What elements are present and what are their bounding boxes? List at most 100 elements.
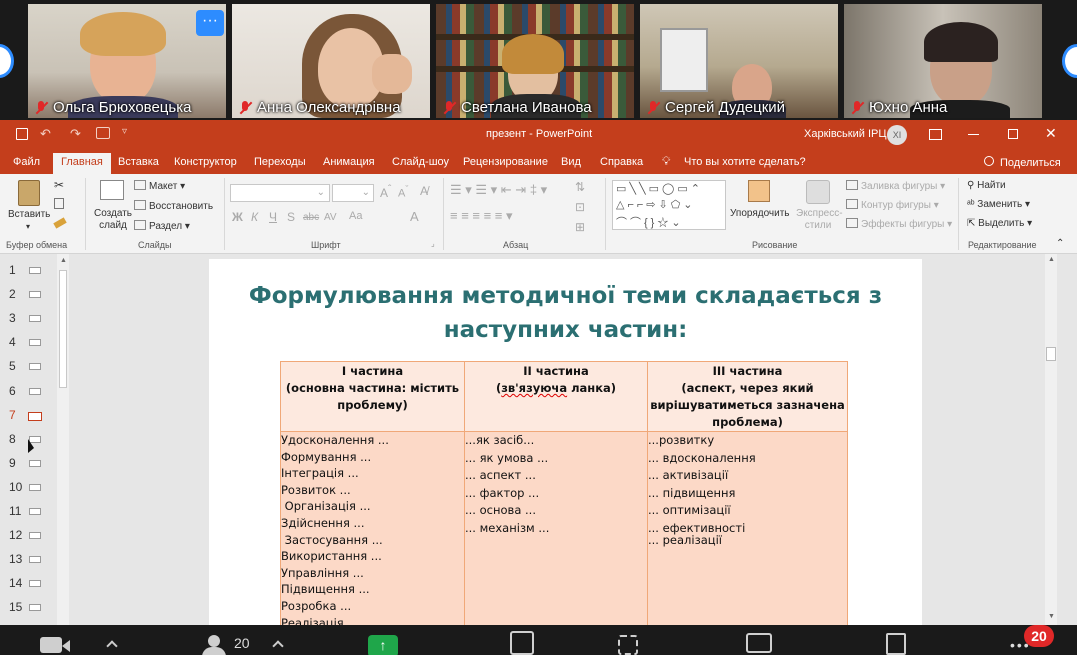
gallery-prev-button[interactable] <box>0 44 14 78</box>
thumbnail-number[interactable]: 11 <box>9 504 21 518</box>
share-button[interactable]: Поделиться <box>1000 157 1061 169</box>
thumbnail-number[interactable]: 9 <box>9 456 16 470</box>
new-slide-button[interactable]: Создать слайд <box>93 208 133 232</box>
user-avatar[interactable]: XI <box>887 125 907 145</box>
clear-formatting-icon[interactable]: A̸ <box>420 184 428 198</box>
smartart-icon[interactable]: ⊞ <box>575 220 585 234</box>
bullets-icon[interactable]: ☰ ▾ ☰ ▾ ⇤ ⇥ ‡ ▾ <box>450 182 547 198</box>
strikethrough-button[interactable]: abc <box>303 212 319 223</box>
minimize-icon[interactable] <box>968 134 979 135</box>
format-painter-icon[interactable] <box>53 217 67 229</box>
slide-thumbnail[interactable] <box>29 267 41 274</box>
slide-thumbnail[interactable] <box>29 363 41 371</box>
apps-icon[interactable] <box>618 635 638 655</box>
copy-icon[interactable] <box>54 198 64 209</box>
participants-options-chevron-icon[interactable] <box>272 640 284 652</box>
char-spacing-button[interactable]: AV <box>324 212 337 223</box>
section-button[interactable]: Раздел ▾ <box>134 220 190 232</box>
slide-thumbnail[interactable] <box>29 459 41 467</box>
participants-icon[interactable] <box>200 635 230 655</box>
tab-insert[interactable]: Вставка <box>118 156 159 168</box>
slide-scrollbar[interactable]: ▲ ▼ <box>1045 254 1057 625</box>
quick-styles-button[interactable]: Экспресс-стили <box>796 208 843 232</box>
shape-effects-button[interactable]: Эффекты фигуры ▾ <box>846 218 952 230</box>
video-tile[interactable]: Сергей Дудецкий <box>640 4 838 118</box>
more-options-button[interactable]: ··· <box>196 10 224 36</box>
video-tile[interactable]: Светлана Иванова <box>436 4 634 118</box>
thumbnail-number[interactable]: 1 <box>9 263 16 277</box>
align-icons[interactable]: ≡ ≡ ≡ ≡ ≡ ▾ <box>450 208 513 224</box>
font-color-button[interactable]: A <box>410 209 419 224</box>
ribbon-display-icon[interactable] <box>929 129 942 140</box>
tab-slideshow[interactable]: Слайд-шоу <box>392 156 449 168</box>
layout-button[interactable]: Макет ▾ <box>134 180 185 192</box>
save-icon[interactable] <box>16 128 28 140</box>
customize-toolbar-icon[interactable]: ▿ <box>122 126 127 137</box>
tab-home[interactable]: Главная <box>53 153 111 174</box>
new-slide-icon[interactable] <box>100 180 124 200</box>
font-name-combo[interactable]: ⌄ <box>230 184 330 202</box>
slide-canvas[interactable]: Формулювання методичної теми складається… <box>209 259 922 625</box>
slide-thumbnail[interactable] <box>29 532 41 540</box>
thumbnail-number[interactable]: 8 <box>9 432 16 446</box>
paste-button[interactable]: Вставить <box>8 209 50 220</box>
close-icon[interactable]: ✕ <box>1045 125 1057 142</box>
slide-thumbnail[interactable] <box>28 411 42 421</box>
redo-icon[interactable]: ↷ <box>70 126 81 142</box>
slide-thumbnail[interactable] <box>29 291 41 299</box>
arrange-icon[interactable] <box>748 180 770 202</box>
shapes-gallery[interactable]: ▭╲╲▭◯▭⌃ △⌐⌐⇨⇩⬠⌄ ⌒⌒{}☆⌄ <box>612 180 726 230</box>
slide-thumbnail[interactable] <box>29 508 41 515</box>
thumbnail-number[interactable]: 13 <box>9 552 22 566</box>
thumbnail-number[interactable]: 7 <box>9 408 16 422</box>
parts-table[interactable]: I частина (основна частина: містить проб… <box>280 361 848 625</box>
tab-animations[interactable]: Анимация <box>323 156 375 168</box>
tab-file[interactable]: Файл <box>13 156 40 168</box>
slideshow-icon[interactable] <box>96 127 110 139</box>
slide-scroll-thumb[interactable] <box>1046 347 1056 361</box>
thumbnail-scrollbar[interactable]: ▲ <box>57 254 69 625</box>
thumbnail-number[interactable]: 14 <box>9 576 22 590</box>
change-case-button[interactable]: Aa <box>349 210 362 222</box>
find-button[interactable]: ⚲ Найти <box>967 180 1006 191</box>
undo-icon[interactable]: ↶ <box>40 126 51 142</box>
align-text-icon[interactable]: ⊡ <box>575 200 585 214</box>
text-direction-icon[interactable]: ⇅ <box>575 180 585 194</box>
shadow-button[interactable]: S <box>287 210 295 224</box>
video-tile[interactable]: Анна Олександрівна <box>232 4 430 118</box>
underline-button[interactable]: Ч <box>269 210 277 224</box>
cut-icon[interactable]: ✂ <box>54 178 64 192</box>
thumbnail-number[interactable]: 6 <box>9 384 16 398</box>
collapse-ribbon-icon[interactable]: ⌃ <box>1056 238 1064 249</box>
share-screen-icon[interactable]: ↑ <box>368 635 398 655</box>
slide-thumbnail[interactable] <box>29 556 41 564</box>
thumbnail-number[interactable]: 5 <box>9 359 16 373</box>
chat-icon[interactable] <box>746 633 772 653</box>
slide-thumbnail[interactable] <box>29 483 41 491</box>
shape-outline-button[interactable]: Контур фигуры ▾ <box>846 199 939 211</box>
tab-transitions[interactable]: Переходы <box>254 156 306 168</box>
bold-button[interactable]: Ж <box>232 210 243 224</box>
select-button[interactable]: ⇱ Выделить ▾ <box>967 218 1032 229</box>
reset-button[interactable]: Восстановить <box>134 200 213 212</box>
font-size-combo[interactable]: ⌄ <box>332 184 374 202</box>
tab-review[interactable]: Рецензирование <box>463 156 548 168</box>
paste-icon[interactable] <box>18 180 40 206</box>
thumbnail-number[interactable]: 15 <box>9 600 22 614</box>
gallery-next-button[interactable] <box>1062 44 1077 78</box>
shape-fill-button[interactable]: Заливка фигуры ▾ <box>846 180 945 192</box>
whiteboard-icon[interactable] <box>510 631 534 655</box>
thumbnail-scroll-thumb[interactable] <box>59 270 67 388</box>
tab-help[interactable]: Справка <box>600 156 643 168</box>
video-tile[interactable]: Юхно Анна <box>844 4 1042 118</box>
quick-styles-icon[interactable] <box>806 180 830 204</box>
thumbnail-number[interactable]: 12 <box>9 528 22 542</box>
tab-view[interactable]: Вид <box>561 156 581 168</box>
thumbnail-number[interactable]: 4 <box>9 335 16 349</box>
italic-button[interactable]: К <box>251 210 258 224</box>
shrink-font-icon[interactable]: Aˇ <box>398 184 408 200</box>
slide-thumbnail[interactable] <box>29 339 41 347</box>
slide-thumbnail[interactable] <box>29 580 41 588</box>
paste-dropdown-icon[interactable]: ▾ <box>26 222 30 231</box>
restore-icon[interactable] <box>1008 129 1018 139</box>
